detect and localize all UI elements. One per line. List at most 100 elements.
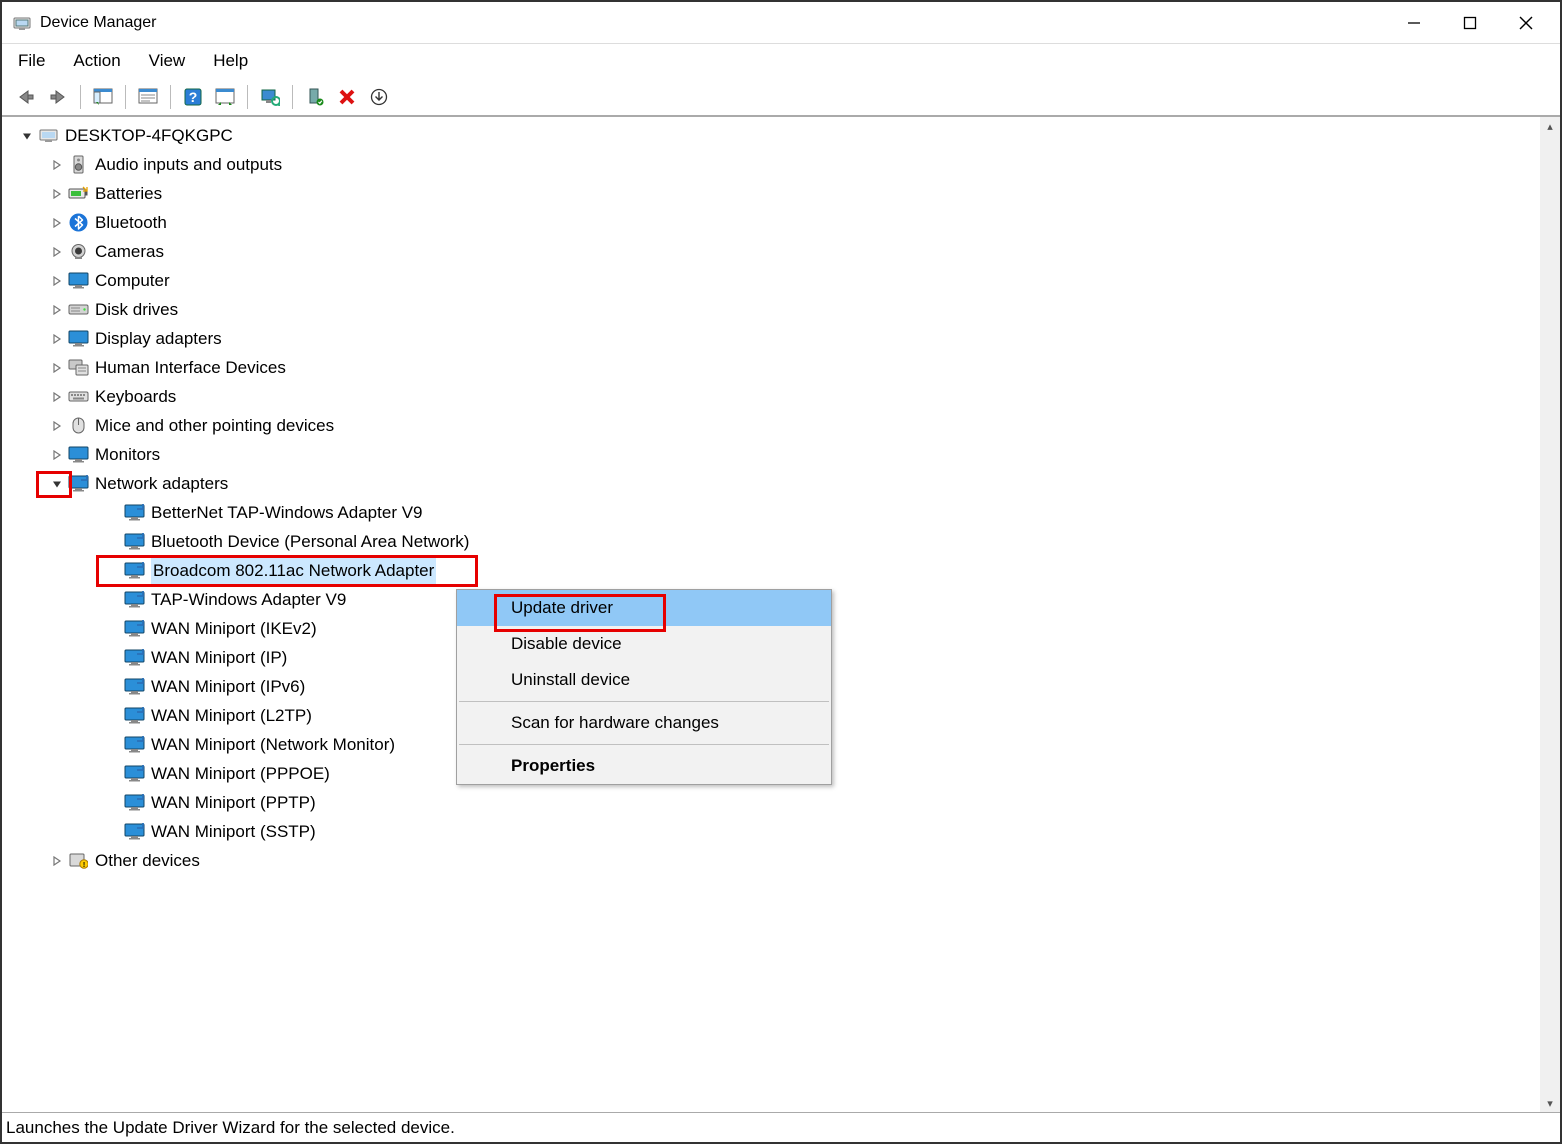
menu-file[interactable]: File [18, 51, 45, 71]
menu-help[interactable]: Help [213, 51, 248, 71]
tree-category[interactable]: Human Interface Devices [4, 353, 1538, 382]
tree-root[interactable]: DESKTOP-4FQKGPC [4, 121, 1538, 150]
chevron-right-icon[interactable] [48, 417, 66, 435]
tree-device[interactable]: Broadcom 802.11ac Network Adapter [4, 556, 1538, 585]
chevron-right-icon[interactable] [48, 330, 66, 348]
netadapter-icon [124, 763, 145, 784]
chevron-right-icon[interactable] [48, 446, 66, 464]
expander-placeholder [104, 533, 122, 551]
tree-category[interactable]: !Other devices [4, 846, 1538, 875]
expander-placeholder [104, 707, 122, 725]
netadapter-icon [124, 821, 145, 842]
tree-item-label: BetterNet TAP-Windows Adapter V9 [151, 498, 423, 527]
update-driver-toolbar-button[interactable] [256, 83, 284, 111]
netadapter-icon [124, 618, 145, 639]
chevron-right-icon[interactable] [48, 359, 66, 377]
chevron-right-icon[interactable] [48, 301, 66, 319]
context-menu-item[interactable]: Properties [457, 748, 831, 784]
tree-item-label: Bluetooth Device (Personal Area Network) [151, 527, 469, 556]
scroll-up-icon[interactable]: ▴ [1541, 117, 1559, 135]
chevron-right-icon[interactable] [48, 852, 66, 870]
vertical-scrollbar[interactable]: ▴ ▾ [1540, 117, 1560, 1112]
tree-category[interactable]: Audio inputs and outputs [4, 150, 1538, 179]
netadapter-icon [124, 705, 145, 726]
context-menu-item[interactable]: Disable device [457, 626, 831, 662]
forward-button[interactable] [44, 83, 72, 111]
chevron-right-icon[interactable] [48, 272, 66, 290]
context-menu-separator [459, 744, 829, 745]
expander-placeholder [104, 678, 122, 696]
tree-item-label: Bluetooth [95, 208, 167, 237]
context-menu-item[interactable]: Scan for hardware changes [457, 705, 831, 741]
expander-placeholder [104, 794, 122, 812]
tree-item-label: Computer [95, 266, 170, 295]
chevron-right-icon[interactable] [48, 185, 66, 203]
monitor-icon [68, 270, 89, 291]
expander-placeholder [104, 504, 122, 522]
scan-hardware-button[interactable] [211, 83, 239, 111]
menu-action[interactable]: Action [73, 51, 120, 71]
context-menu: Update driverDisable deviceUninstall dev… [456, 589, 832, 785]
tree-item-label: TAP-Windows Adapter V9 [151, 585, 346, 614]
tree-category[interactable]: Monitors [4, 440, 1538, 469]
menu-view[interactable]: View [149, 51, 186, 71]
netadapter-icon [124, 647, 145, 668]
expander-placeholder [104, 823, 122, 841]
help-button[interactable]: ? [179, 83, 207, 111]
context-menu-item[interactable]: Update driver [457, 590, 831, 626]
speaker-icon [68, 154, 89, 175]
tree-category[interactable]: Batteries [4, 179, 1538, 208]
tree-category[interactable]: Bluetooth [4, 208, 1538, 237]
tree-item-label: Broadcom 802.11ac Network Adapter [151, 555, 436, 586]
tree-item-label: Display adapters [95, 324, 222, 353]
statusbar-text: Launches the Update Driver Wizard for th… [6, 1118, 455, 1138]
netadapter-icon [124, 676, 145, 697]
tree-item-label: WAN Miniport (PPPOE) [151, 759, 330, 788]
close-button[interactable] [1498, 5, 1554, 41]
maximize-button[interactable] [1442, 5, 1498, 41]
chevron-right-icon[interactable] [48, 388, 66, 406]
tree-category[interactable]: Computer [4, 266, 1538, 295]
tree-category[interactable]: Disk drives [4, 295, 1538, 324]
tree-item-label: DESKTOP-4FQKGPC [65, 121, 233, 150]
netadapter-icon [124, 560, 145, 581]
tree-category[interactable]: Keyboards [4, 382, 1538, 411]
chevron-down-icon[interactable] [48, 475, 66, 493]
expander-placeholder [104, 649, 122, 667]
titlebar: Device Manager [2, 2, 1560, 44]
tree-category[interactable]: Cameras [4, 237, 1538, 266]
app-icon [12, 13, 32, 33]
back-button[interactable] [12, 83, 40, 111]
chevron-right-icon[interactable] [48, 156, 66, 174]
statusbar: Launches the Update Driver Wizard for th… [2, 1112, 1560, 1142]
tree-device[interactable]: BetterNet TAP-Windows Adapter V9 [4, 498, 1538, 527]
update-circle-button[interactable] [365, 83, 393, 111]
uninstall-device-button[interactable] [333, 83, 361, 111]
disk-icon [68, 299, 89, 320]
tree-device[interactable]: Bluetooth Device (Personal Area Network) [4, 527, 1538, 556]
tree-device[interactable]: WAN Miniport (PPTP) [4, 788, 1538, 817]
battery-icon [68, 183, 89, 204]
computer-icon [38, 125, 59, 146]
monitor-icon [68, 444, 89, 465]
properties-button[interactable] [134, 83, 162, 111]
toolbar-separator [247, 85, 248, 109]
bluetooth-icon [68, 212, 89, 233]
context-menu-item[interactable]: Uninstall device [457, 662, 831, 698]
chevron-right-icon[interactable] [48, 214, 66, 232]
tree-category[interactable]: Mice and other pointing devices [4, 411, 1538, 440]
tree-device[interactable]: WAN Miniport (SSTP) [4, 817, 1538, 846]
toolbar: ? [2, 78, 1560, 116]
tree-category[interactable]: Display adapters [4, 324, 1538, 353]
enable-device-button[interactable] [301, 83, 329, 111]
svg-text:?: ? [189, 89, 198, 105]
chevron-down-icon[interactable] [18, 127, 36, 145]
show-hide-console-tree-button[interactable] [89, 83, 117, 111]
mouse-icon [68, 415, 89, 436]
minimize-button[interactable] [1386, 5, 1442, 41]
netadapter-icon [124, 792, 145, 813]
scroll-down-icon[interactable]: ▾ [1541, 1094, 1559, 1112]
tree-item-label: Monitors [95, 440, 160, 469]
chevron-right-icon[interactable] [48, 243, 66, 261]
tree-category[interactable]: Network adapters [4, 469, 1538, 498]
